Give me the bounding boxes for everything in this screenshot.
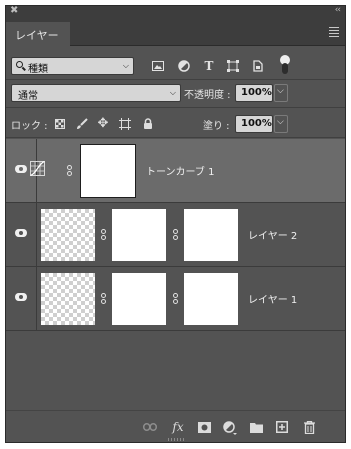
divider <box>6 137 345 138</box>
lock-artboard-icon[interactable] <box>118 116 132 132</box>
blend-mode-select[interactable]: 通常 ⌵ <box>11 84 181 102</box>
opacity-input[interactable]: 100% <box>235 84 273 102</box>
chevron-down-icon: ⌵ <box>277 117 284 127</box>
close-icon[interactable]: ✖ <box>10 5 18 16</box>
eye-icon <box>15 293 27 301</box>
layer-row-layer-1[interactable]: レイヤー 1 <box>6 267 345 331</box>
tab-layers[interactable]: レイヤー <box>6 22 70 46</box>
layer-thumbnail[interactable] <box>41 209 95 261</box>
chevron-down-icon: ⌵ <box>169 88 176 97</box>
link-icon[interactable] <box>100 293 108 305</box>
link-icon[interactable] <box>172 293 180 305</box>
type-filter-icon[interactable]: T <box>200 56 218 76</box>
layer-thumbnail[interactable] <box>41 273 95 325</box>
fill-dropdown[interactable]: ⌵ <box>274 115 288 133</box>
opacity-value: 100% <box>241 87 272 98</box>
fx-icon[interactable]: fx <box>170 419 186 435</box>
blend-mode-value: 通常 <box>18 91 38 102</box>
link-icon[interactable] <box>66 165 74 177</box>
adjustment-filter-icon[interactable] <box>175 56 193 76</box>
bottom-toolbar: fx <box>6 410 345 442</box>
mask-thumbnail[interactable] <box>184 209 238 261</box>
divider <box>6 79 345 80</box>
lock-label: ロック : <box>11 121 48 132</box>
layers-list: トーンカーブ 1 レイヤー 2 レイヤー 1 <box>6 139 345 410</box>
tab-layers-label: レイヤー <box>15 29 59 42</box>
chevron-down-icon: ⌵ <box>122 61 129 70</box>
mask-thumbnail[interactable] <box>184 273 238 325</box>
divider <box>6 107 345 108</box>
panel-titlebar: ✖ ‹‹ <box>6 5 345 18</box>
layer-row-layer-2[interactable]: レイヤー 2 <box>6 203 345 267</box>
tab-bar: レイヤー <box>6 18 345 46</box>
search-icon <box>16 61 23 68</box>
lock-paint-icon[interactable] <box>75 116 89 132</box>
filter-kind-select[interactable]: 種類 ⌵ <box>11 57 134 75</box>
layer-row-tone-curve[interactable]: トーンカーブ 1 <box>6 139 345 203</box>
panel-menu-icon[interactable] <box>329 27 339 39</box>
delete-icon[interactable] <box>301 419 317 435</box>
new-group-icon[interactable] <box>248 419 264 435</box>
layer-name[interactable]: レイヤー 1 <box>248 291 297 306</box>
new-adjustment-icon[interactable] <box>222 419 238 435</box>
visibility-toggle[interactable] <box>6 203 37 266</box>
lock-transparent-icon[interactable] <box>53 116 67 132</box>
link-icon[interactable] <box>100 229 108 241</box>
filter-toggle[interactable] <box>280 55 290 75</box>
layer-name[interactable]: レイヤー 2 <box>248 227 297 242</box>
filter-kind-label: 種類 <box>28 64 48 75</box>
shape-filter-icon[interactable] <box>224 56 242 76</box>
visibility-toggle[interactable] <box>6 267 37 330</box>
link-layers-icon[interactable] <box>142 419 158 435</box>
lock-position-icon[interactable]: ✥ <box>96 116 110 132</box>
curves-adjustment-icon <box>30 160 45 177</box>
collapse-icon[interactable]: ‹‹ <box>335 5 341 15</box>
lock-all-icon[interactable] <box>141 116 155 132</box>
fill-label: 塗り : <box>203 121 230 132</box>
link-icon[interactable] <box>172 229 180 241</box>
eye-icon <box>15 165 27 173</box>
layer-name[interactable]: トーンカーブ 1 <box>146 163 214 178</box>
image-filter-icon[interactable] <box>149 56 167 76</box>
fill-input[interactable]: 100% <box>235 115 273 133</box>
smart-object-filter-icon[interactable] <box>249 56 267 76</box>
opacity-label: 不透明度 : <box>184 90 231 101</box>
layers-panel: ✖ ‹‹ レイヤー 種類 ⌵ T 通常 ⌵ 不透明度 : 100% ⌵ ロック <box>5 5 346 443</box>
add-mask-icon[interactable] <box>196 419 212 435</box>
chevron-down-icon: ⌵ <box>277 86 284 96</box>
mask-thumbnail[interactable] <box>112 273 166 325</box>
mask-thumbnail[interactable] <box>112 209 166 261</box>
mask-thumbnail[interactable] <box>80 144 136 198</box>
fill-value: 100% <box>241 118 272 129</box>
opacity-dropdown[interactable]: ⌵ <box>274 84 288 102</box>
resize-grip[interactable] <box>168 438 184 441</box>
eye-icon <box>15 229 27 237</box>
new-layer-icon[interactable] <box>274 419 290 435</box>
